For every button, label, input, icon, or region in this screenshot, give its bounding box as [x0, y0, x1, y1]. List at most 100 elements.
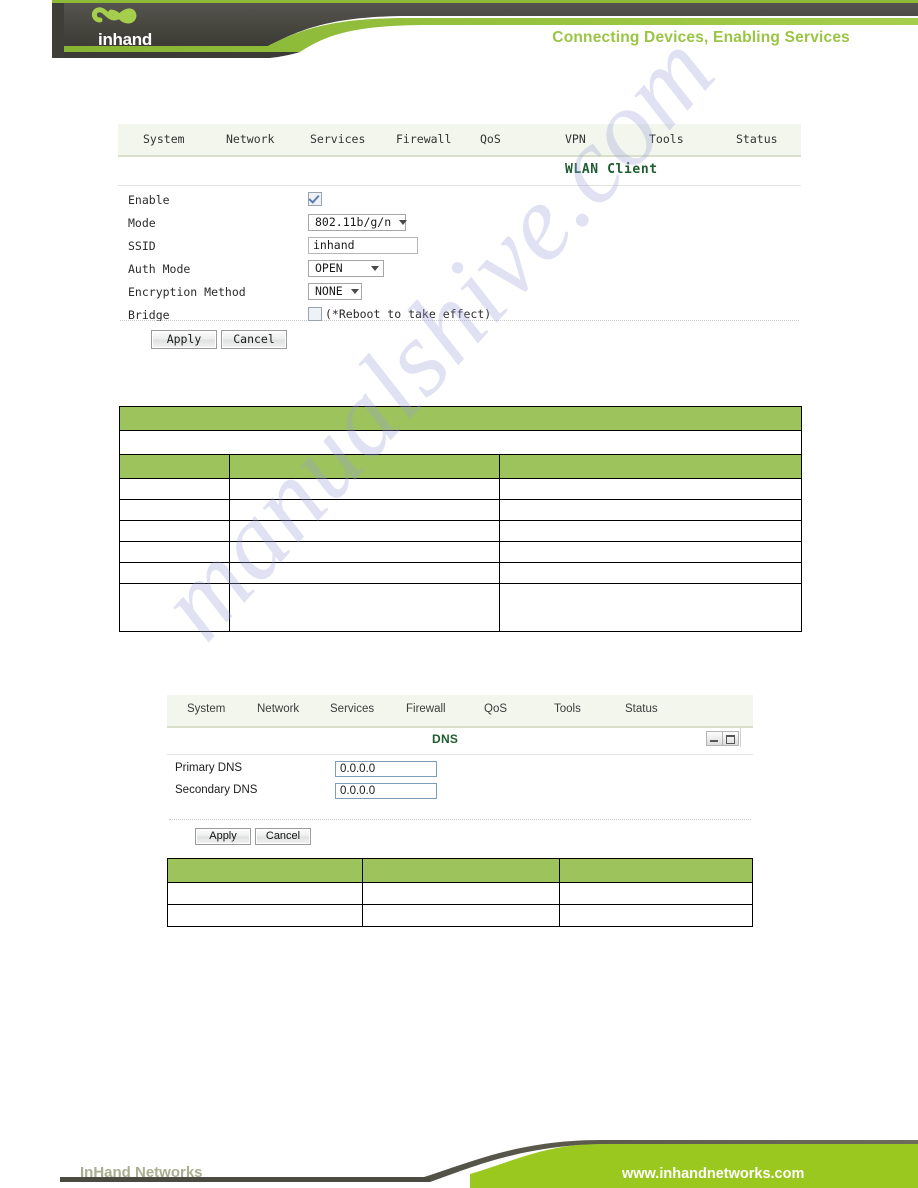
table-cell [499, 520, 802, 542]
tab-firewall[interactable]: Firewall [406, 703, 446, 715]
tab-network[interactable]: Network [226, 132, 274, 146]
table-cell [119, 499, 230, 521]
tab-services[interactable]: Services [330, 703, 374, 715]
table-cell [229, 541, 500, 563]
table-cell [119, 454, 230, 479]
ssid-input[interactable] [308, 236, 418, 254]
form-field-wrap: NONE [308, 282, 362, 300]
form-row: SSID [118, 236, 801, 259]
table-cell [229, 520, 500, 542]
encryption-method-select-value: NONE [315, 284, 343, 298]
table-row [119, 520, 802, 542]
primary-dns-input[interactable] [335, 761, 437, 777]
inhand-infinity-logo-icon [91, 7, 137, 24]
window-controls [706, 731, 739, 746]
page-footer-banner: InHand Networks www.inhandnetworks.com [0, 1130, 918, 1188]
table-cell [229, 454, 500, 479]
form-row: Mode 802.11b/g/n [118, 213, 801, 236]
table-row [166, 904, 754, 927]
bridge-checkbox[interactable] [308, 306, 322, 321]
table-row [119, 499, 802, 521]
form-row: Primary DNS [167, 759, 753, 782]
table-row [119, 406, 802, 431]
table-cell [229, 478, 500, 500]
inhand-logo: inhand [82, 6, 168, 52]
apply-button[interactable]: Apply [195, 828, 251, 845]
table-cell [362, 904, 560, 927]
wlan-nav-tabbar: System Network Services Firewall QoS VPN Tools… [118, 124, 801, 157]
enable-checkbox[interactable] [308, 191, 322, 206]
tab-system[interactable]: System [187, 703, 225, 715]
footer-website-url[interactable]: www.inhandnetworks.com [622, 1166, 804, 1182]
apply-button[interactable]: Apply [151, 330, 217, 349]
form-field-wrap [308, 236, 418, 254]
dns-panel-title: DNS [432, 732, 459, 746]
encryption-method-select[interactable]: NONE [308, 282, 362, 300]
table-row [166, 858, 754, 883]
secondary-dns-input[interactable] [335, 783, 437, 799]
wlan-panel-titlebar: WLAN Client [118, 157, 801, 186]
form-field-wrap [335, 781, 437, 799]
form-row: Enable [118, 190, 801, 213]
table-cell [499, 499, 802, 521]
form-field-wrap: 802.11b/g/n [308, 213, 408, 231]
cancel-button[interactable]: Cancel [255, 828, 311, 845]
wlan-settings-form: Enable Mode 802.11b/g/n SSID Auth Mode OPEN En… [118, 186, 801, 322]
table-cell [119, 520, 230, 542]
auth-mode-select[interactable]: OPEN [308, 259, 384, 277]
dns-label-primary-dns: Primary DNS [175, 762, 243, 774]
tab-services[interactable]: Services [310, 132, 365, 146]
wlan-client-panel: System Network Services Firewall QoS VPN Tools… [118, 124, 801, 365]
form-field-wrap [335, 759, 437, 777]
table-cell [499, 562, 802, 584]
tab-status[interactable]: Status [625, 703, 658, 715]
form-row: Auth Mode OPEN [118, 259, 801, 282]
dns-action-bar: Apply Cancel [167, 820, 753, 860]
table-cell [499, 583, 802, 632]
tab-qos[interactable]: QoS [484, 703, 507, 715]
chevron-down-icon [371, 265, 379, 271]
wlan-label-ssid: SSID [128, 239, 156, 253]
table-cell [229, 562, 500, 584]
tab-status[interactable]: Status [736, 132, 778, 146]
bridge-note: (*Reboot to take effect) [325, 306, 492, 321]
wlan-panel-title: WLAN Client [565, 162, 658, 177]
maximize-icon[interactable] [723, 732, 738, 745]
chevron-down-icon [399, 219, 408, 225]
cancel-button[interactable]: Cancel [221, 330, 287, 349]
wlan-parameter-description-table [119, 406, 802, 632]
tab-network[interactable]: Network [257, 703, 299, 715]
inhand-logo-text: inhand [98, 30, 152, 49]
table-cell [119, 562, 230, 584]
tab-system[interactable]: System [143, 132, 185, 146]
dns-panel: System Network Services Firewall QoS Tools Sta… [167, 695, 753, 860]
table-cell [499, 478, 802, 500]
table-row [166, 882, 754, 905]
table-row [119, 583, 802, 632]
table-row [119, 478, 802, 500]
minimize-icon[interactable] [707, 732, 723, 745]
table-cell [362, 882, 560, 905]
table-cell [119, 541, 230, 563]
dns-settings-form: Primary DNS Secondary DNS [167, 755, 753, 819]
form-field-wrap: OPEN [308, 259, 384, 277]
tab-firewall[interactable]: Firewall [396, 132, 451, 146]
wlan-label-mode: Mode [128, 216, 156, 230]
tab-tools[interactable]: Tools [554, 703, 581, 715]
tab-vpn[interactable]: VPN [565, 132, 586, 146]
mode-select[interactable]: 802.11b/g/n [308, 213, 408, 231]
tab-qos[interactable]: QoS [480, 132, 501, 146]
table-cell [229, 499, 500, 521]
table-cell [499, 454, 802, 479]
wlan-label-enable: Enable [128, 193, 170, 207]
table-cell [362, 858, 560, 883]
table-cell [119, 406, 802, 431]
table-cell [499, 541, 802, 563]
table-row [119, 454, 802, 479]
table-cell [558, 858, 754, 883]
table-row [119, 430, 802, 455]
footer-company-name: InHand Networks [80, 1164, 203, 1181]
tab-tools[interactable]: Tools [649, 132, 684, 146]
auth-mode-select-value: OPEN [315, 261, 343, 275]
table-row [119, 562, 802, 584]
